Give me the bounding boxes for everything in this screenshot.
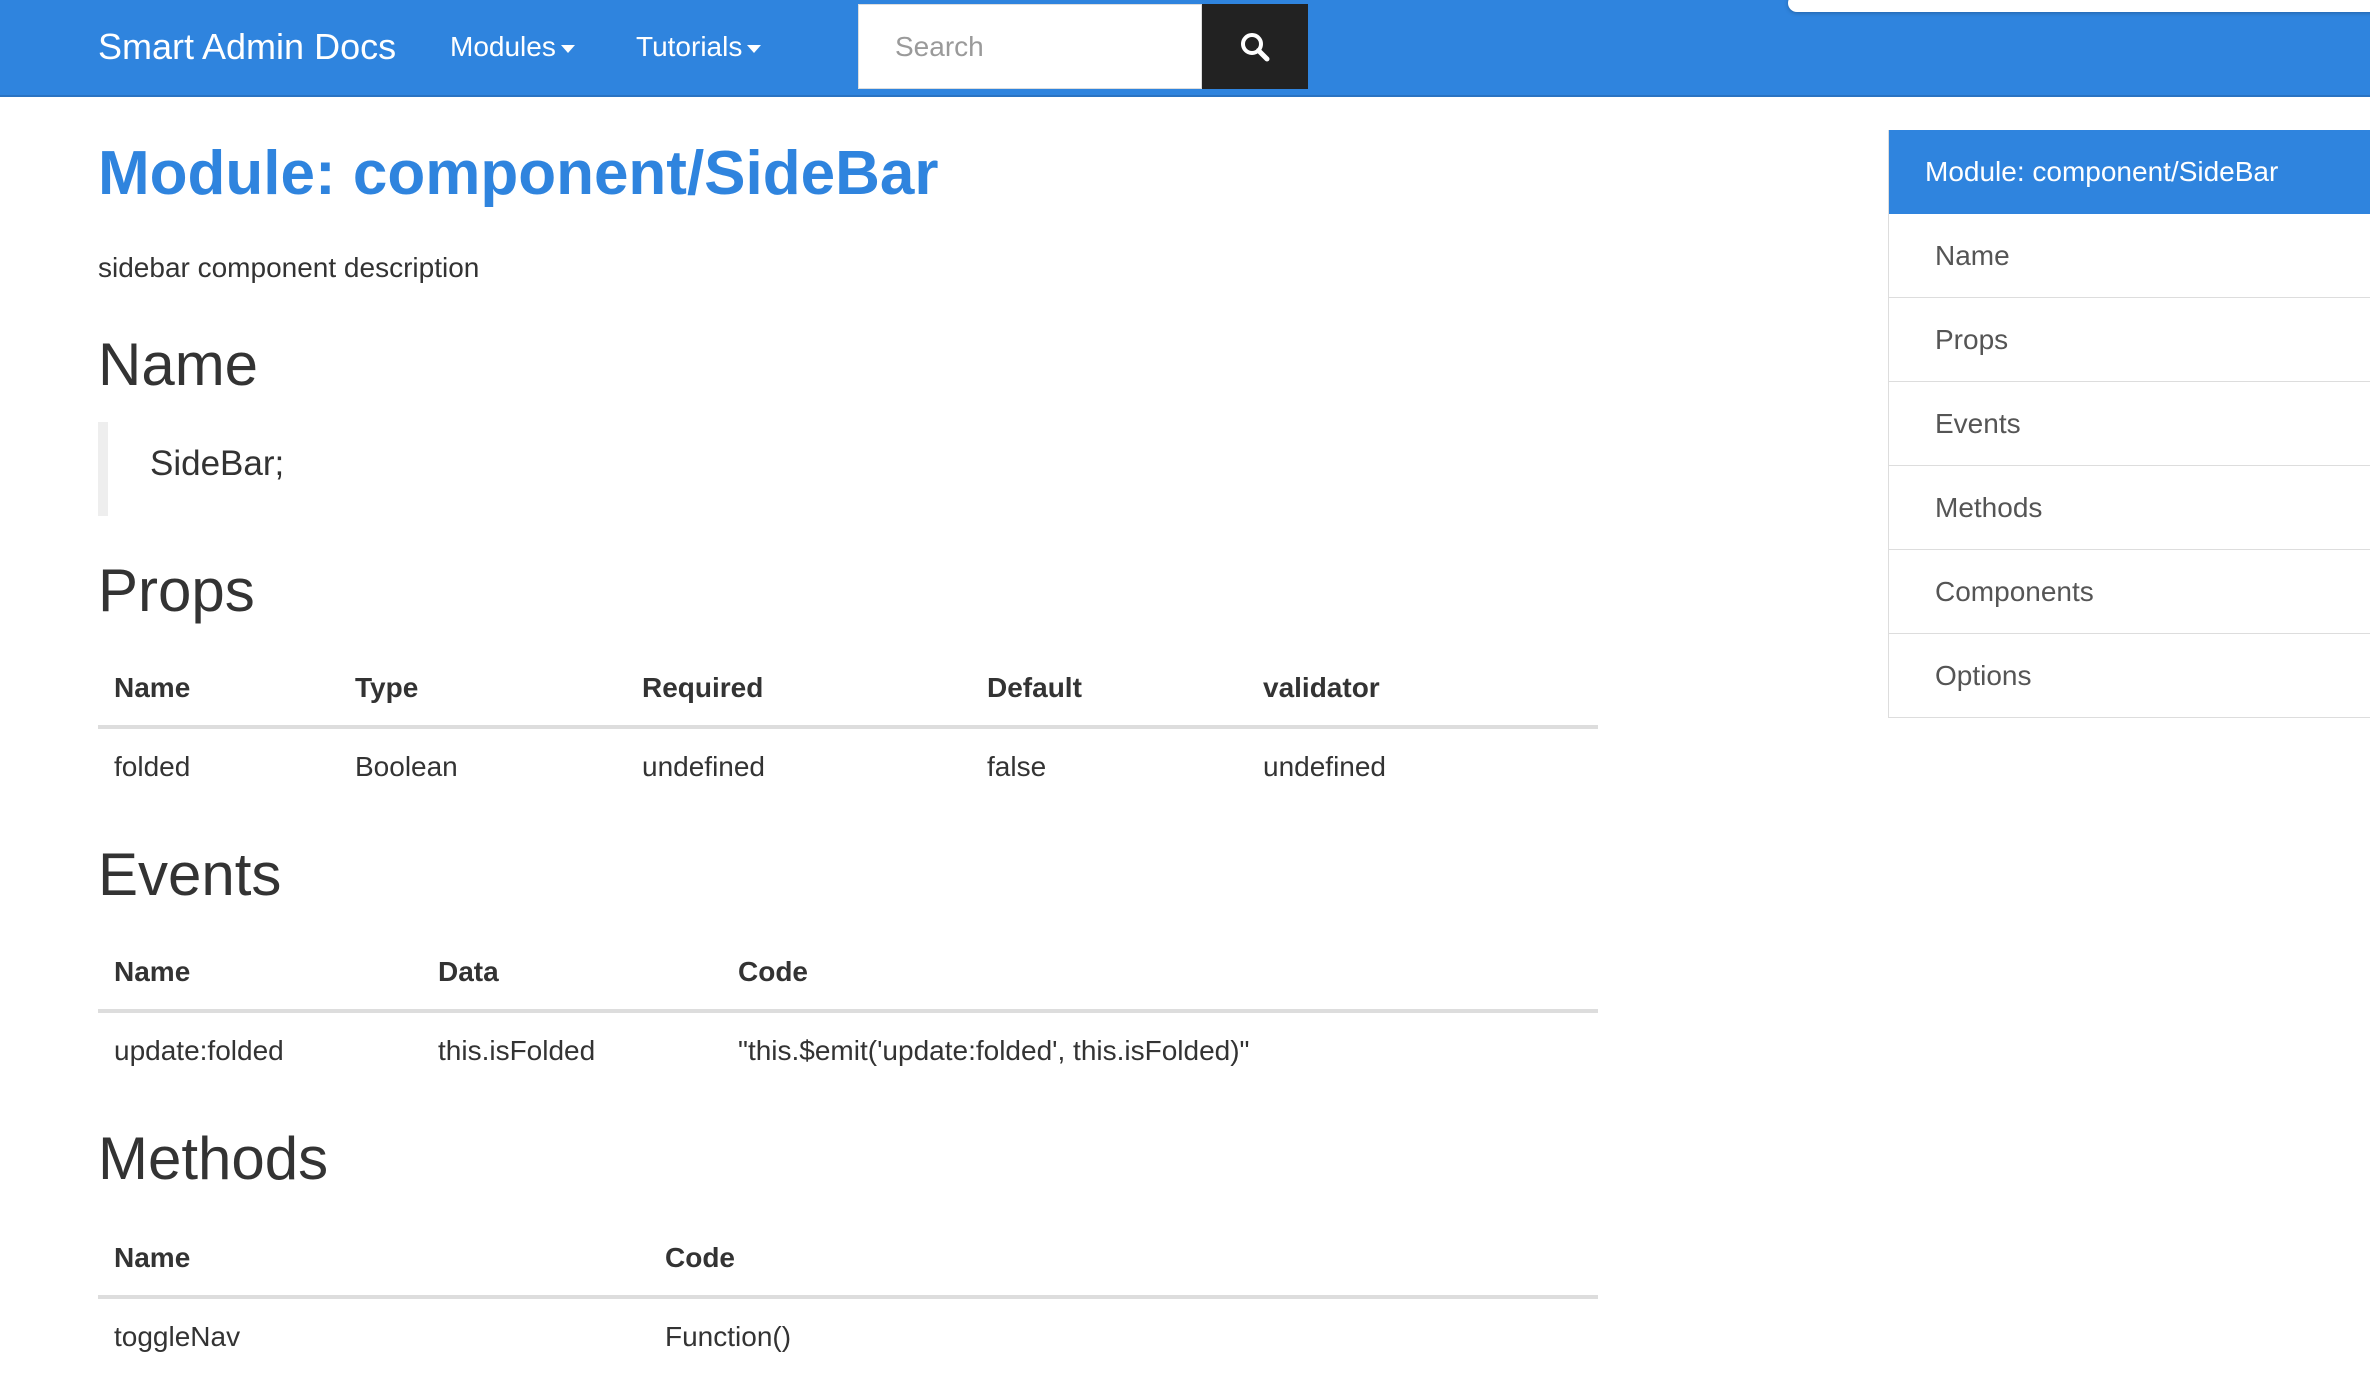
- column-header: Name: [98, 934, 422, 1013]
- table-cell: folded: [114, 750, 191, 782]
- caret-down-icon: [747, 45, 762, 53]
- tutorials-dropdown[interactable]: Tutorials: [636, 31, 762, 63]
- column-header: Code: [722, 934, 1598, 1013]
- table-header-row: Name Data Code: [98, 934, 1598, 1013]
- toc-item-options[interactable]: Options: [1889, 634, 2370, 718]
- modules-dropdown-label: Modules: [450, 31, 556, 62]
- methods-heading: Methods: [98, 1125, 329, 1192]
- column-header: Name: [98, 650, 339, 729]
- table-cell: false: [987, 750, 1047, 782]
- column-header: Default: [971, 650, 1247, 729]
- column-header: Code: [649, 1220, 1598, 1299]
- brand-link[interactable]: Smart Admin Docs: [98, 26, 396, 68]
- column-header: Type: [339, 650, 626, 729]
- table-header-row: Name Type Required Default validator: [98, 650, 1598, 729]
- events-table: Name Data Code update:folded this.isFold…: [98, 934, 1598, 1088]
- column-header: validator: [1247, 650, 1598, 729]
- column-header: Data: [422, 934, 722, 1013]
- component-name-value: SideBar;: [150, 444, 285, 483]
- module-description: sidebar component description: [98, 252, 480, 283]
- table-cell: this.isFolded: [438, 1034, 596, 1066]
- table-of-contents: Module: component/SideBar Name Props Eve…: [1888, 130, 2370, 718]
- toc-item-props[interactable]: Props: [1889, 298, 2370, 382]
- toc-header[interactable]: Module: component/SideBar: [1889, 130, 2370, 214]
- column-header: Required: [626, 650, 971, 729]
- toc-item-name[interactable]: Name: [1889, 214, 2370, 298]
- tutorials-dropdown-label: Tutorials: [636, 31, 743, 62]
- table-row: toggleNav Function(): [98, 1297, 1598, 1374]
- table-cell: Function(): [665, 1320, 792, 1352]
- table-cell: update:folded: [114, 1034, 284, 1066]
- table-row: update:folded this.isFolded "this.$emit(…: [98, 1011, 1598, 1088]
- name-heading: Name: [98, 331, 259, 398]
- search-button[interactable]: [1202, 4, 1308, 89]
- table-cell: undefined: [1263, 750, 1387, 782]
- top-navbar: Smart Admin Docs Modules Tutorials: [0, 0, 2370, 97]
- table-cell: Boolean: [355, 750, 458, 782]
- search-input[interactable]: [858, 4, 1202, 89]
- caret-down-icon: [560, 45, 575, 53]
- props-heading: Props: [98, 557, 255, 624]
- page-title: Module: component/SideBar: [98, 139, 939, 208]
- table-cell: "this.$emit('update:folded', this.isFold…: [738, 1034, 1250, 1066]
- overlay-panel-edge: [1788, 0, 2370, 12]
- table-cell: toggleNav: [114, 1320, 241, 1352]
- modules-dropdown[interactable]: Modules: [450, 31, 575, 63]
- toc-item-events[interactable]: Events: [1889, 382, 2370, 466]
- name-blockquote: SideBar;: [98, 422, 698, 516]
- table-cell: undefined: [642, 750, 766, 782]
- props-table: Name Type Required Default validator fol…: [98, 650, 1598, 804]
- toc-item-methods[interactable]: Methods: [1889, 466, 2370, 550]
- column-header: Name: [98, 1220, 649, 1299]
- search-icon: [1241, 32, 1270, 61]
- table-header-row: Name Code: [98, 1220, 1598, 1299]
- events-heading: Events: [98, 841, 282, 908]
- methods-table: Name Code toggleNav Function(): [98, 1220, 1598, 1374]
- table-row: folded Boolean undefined false undefined: [98, 727, 1598, 804]
- toc-item-components[interactable]: Components: [1889, 550, 2370, 634]
